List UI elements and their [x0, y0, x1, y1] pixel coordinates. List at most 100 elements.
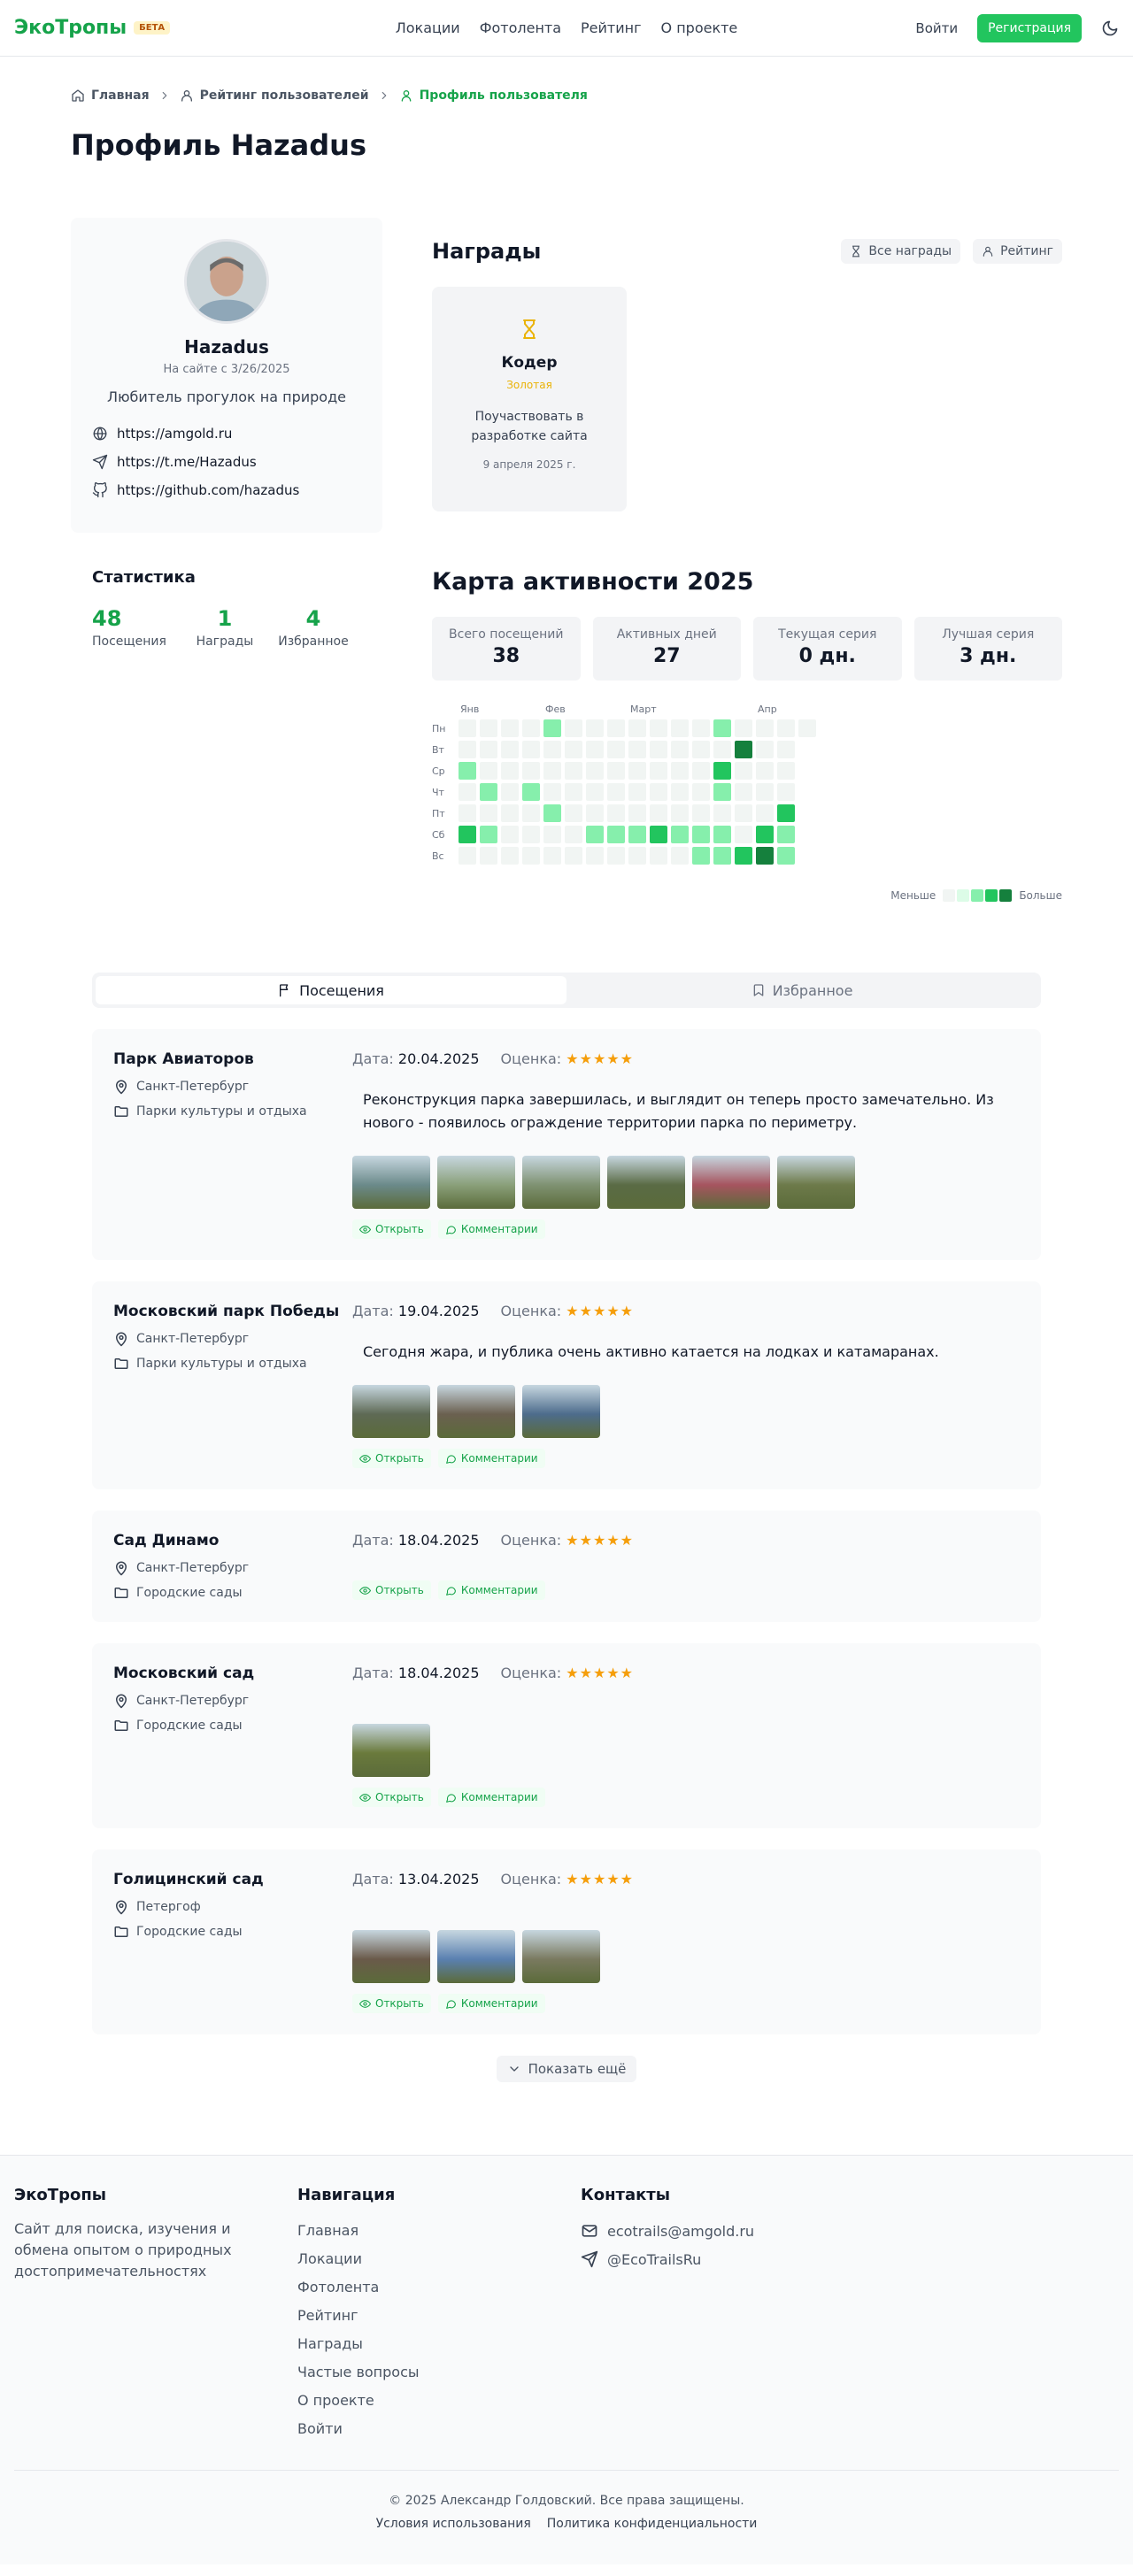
open-visit-button[interactable]: Открыть — [352, 1788, 431, 1807]
heatmap-cell[interactable] — [650, 804, 667, 822]
award-card[interactable]: Кодер Золотая Поучаствовать в разработке… — [432, 287, 627, 511]
heatmap-cell[interactable] — [607, 741, 625, 758]
visit-photo[interactable] — [352, 1156, 430, 1209]
comments-button[interactable]: Комментарии — [437, 1219, 545, 1239]
nav-rating[interactable]: Рейтинг — [581, 19, 641, 36]
visit-location-name[interactable]: Парк Авиаторов — [113, 1050, 352, 1068]
visit-photo[interactable] — [437, 1385, 515, 1438]
heatmap-cell[interactable] — [692, 847, 710, 865]
heatmap-cell[interactable] — [480, 783, 497, 801]
moon-icon[interactable] — [1101, 19, 1119, 37]
heatmap-cell[interactable] — [650, 719, 667, 737]
footer-email[interactable]: ecotrails@amgold.ru — [581, 2217, 864, 2245]
heatmap-cell[interactable] — [756, 741, 774, 758]
comments-button[interactable]: Комментарии — [437, 1580, 545, 1600]
heatmap-cell[interactable] — [459, 719, 476, 737]
heatmap-cell[interactable] — [650, 741, 667, 758]
footer-nav-link[interactable]: Рейтинг — [297, 2302, 581, 2330]
heatmap-cell[interactable] — [671, 804, 689, 822]
heatmap-cell[interactable] — [692, 719, 710, 737]
heatmap-cell[interactable] — [650, 826, 667, 843]
heatmap-cell[interactable] — [543, 847, 561, 865]
tab-visits[interactable]: Посещения — [96, 976, 566, 1004]
footer-nav-link[interactable]: Частые вопросы — [297, 2358, 581, 2387]
heatmap-cell[interactable] — [713, 804, 731, 822]
heatmap-cell[interactable] — [713, 826, 731, 843]
show-more-button[interactable]: Показать ещё — [496, 2056, 637, 2082]
heatmap-cell[interactable] — [798, 719, 816, 737]
comments-button[interactable]: Комментарии — [437, 1994, 545, 2013]
heatmap-cell[interactable] — [735, 826, 752, 843]
heatmap-cell[interactable] — [543, 826, 561, 843]
heatmap-cell[interactable] — [543, 719, 561, 737]
heatmap-cell[interactable] — [628, 741, 646, 758]
nav-about[interactable]: О проекте — [661, 19, 738, 36]
heatmap-cell[interactable] — [586, 762, 604, 780]
visit-location-name[interactable]: Сад Динамо — [113, 1532, 352, 1549]
heatmap-cell[interactable] — [543, 783, 561, 801]
github-link[interactable]: https://github.com/hazadus — [92, 476, 361, 504]
heatmap-cell[interactable] — [713, 719, 731, 737]
heatmap-cell[interactable] — [501, 783, 519, 801]
heatmap-cell[interactable] — [777, 719, 795, 737]
heatmap-cell[interactable] — [607, 847, 625, 865]
heatmap-cell[interactable] — [650, 847, 667, 865]
heatmap-cell[interactable] — [459, 741, 476, 758]
heatmap-cell[interactable] — [480, 741, 497, 758]
heatmap-cell[interactable] — [586, 741, 604, 758]
footer-nav-link[interactable]: Главная — [297, 2217, 581, 2245]
heatmap-cell[interactable] — [501, 847, 519, 865]
heatmap-cell[interactable] — [735, 783, 752, 801]
visit-photo[interactable] — [522, 1930, 600, 1983]
heatmap-cell[interactable] — [671, 741, 689, 758]
heatmap-cell[interactable] — [522, 762, 540, 780]
heatmap-cell[interactable] — [459, 783, 476, 801]
footer-telegram[interactable]: @EcoTrailsRu — [581, 2245, 864, 2273]
heatmap-cell[interactable] — [607, 826, 625, 843]
heatmap-cell[interactable] — [607, 719, 625, 737]
heatmap-cell[interactable] — [480, 762, 497, 780]
open-visit-button[interactable]: Открыть — [352, 1580, 431, 1600]
heatmap-cell[interactable] — [586, 804, 604, 822]
heatmap-cell[interactable] — [692, 826, 710, 843]
website-link[interactable]: https://amgold.ru — [92, 419, 361, 448]
heatmap-cell[interactable] — [692, 762, 710, 780]
heatmap-cell[interactable] — [565, 762, 582, 780]
nav-photofeed[interactable]: Фотолента — [480, 19, 561, 36]
login-button[interactable]: Войти — [915, 20, 958, 36]
heatmap-cell[interactable] — [756, 847, 774, 865]
visit-location-name[interactable]: Московский сад — [113, 1665, 352, 1682]
heatmap-cell[interactable] — [459, 826, 476, 843]
heatmap-cell[interactable] — [628, 826, 646, 843]
comments-button[interactable]: Комментарии — [437, 1449, 545, 1468]
heatmap-cell[interactable] — [756, 719, 774, 737]
heatmap-cell[interactable] — [735, 719, 752, 737]
footer-nav-link[interactable]: Награды — [297, 2330, 581, 2358]
breadcrumb-home[interactable]: Главная — [71, 88, 150, 103]
visit-photo[interactable] — [522, 1385, 600, 1438]
open-visit-button[interactable]: Открыть — [352, 1449, 431, 1468]
heatmap-cell[interactable] — [565, 804, 582, 822]
visit-photo[interactable] — [607, 1156, 685, 1209]
privacy-link[interactable]: Политика конфиденциальности — [547, 2517, 758, 2531]
heatmap-cell[interactable] — [713, 783, 731, 801]
heatmap-cell[interactable] — [543, 762, 561, 780]
heatmap-cell[interactable] — [543, 804, 561, 822]
heatmap-cell[interactable] — [565, 847, 582, 865]
heatmap-cell[interactable] — [586, 783, 604, 801]
heatmap-cell[interactable] — [628, 804, 646, 822]
heatmap-cell[interactable] — [692, 783, 710, 801]
heatmap-cell[interactable] — [713, 762, 731, 780]
heatmap-cell[interactable] — [777, 762, 795, 780]
heatmap-cell[interactable] — [565, 741, 582, 758]
heatmap-cell[interactable] — [777, 847, 795, 865]
heatmap-cell[interactable] — [671, 847, 689, 865]
heatmap-cell[interactable] — [480, 826, 497, 843]
visit-photo[interactable] — [692, 1156, 770, 1209]
breadcrumb-rating[interactable]: Рейтинг пользователей — [180, 88, 369, 103]
heatmap-cell[interactable] — [735, 847, 752, 865]
footer-nav-link[interactable]: Фотолента — [297, 2273, 581, 2302]
heatmap-cell[interactable] — [777, 783, 795, 801]
open-visit-button[interactable]: Открыть — [352, 1994, 431, 2013]
heatmap-cell[interactable] — [501, 804, 519, 822]
